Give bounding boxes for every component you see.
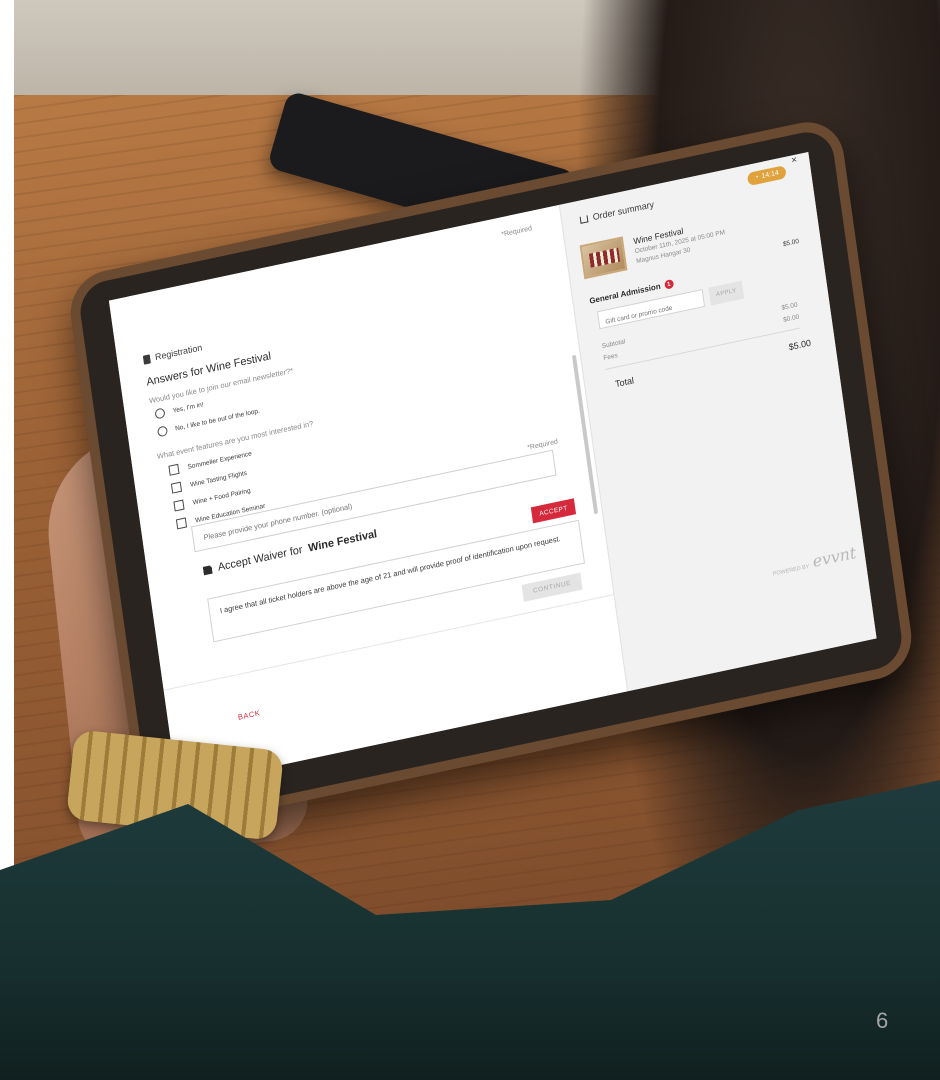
checkbox-label: Wine Tasting Flights xyxy=(189,469,248,489)
checkbox[interactable] xyxy=(173,499,185,512)
total-value: $5.00 xyxy=(788,337,812,353)
countdown-timer: ◔ 14:14 xyxy=(746,165,787,187)
required-note: *Required xyxy=(500,225,533,239)
timer-icon: ◔ xyxy=(754,173,760,182)
registration-panel: *Required Registration Answers for Wine … xyxy=(108,204,628,788)
order-summary-title: Order summary xyxy=(592,199,655,223)
cart-icon xyxy=(579,214,589,224)
waiver-event-name: Wine Festival xyxy=(307,528,378,555)
radio-button[interactable] xyxy=(154,407,166,420)
page-number: 6 xyxy=(876,1008,889,1033)
total-label: Total xyxy=(614,375,635,390)
registration-heading: Registration xyxy=(142,342,203,365)
evvnt-logo: evvnt xyxy=(811,542,858,571)
checkbox-label: Sommelier Experience xyxy=(187,449,253,471)
subtotal-value: $5.00 xyxy=(781,301,799,312)
document-icon xyxy=(142,353,151,365)
close-icon[interactable]: × xyxy=(791,155,798,167)
tablet-screen: *Required Registration Answers for Wine … xyxy=(108,151,877,788)
powered-label: POWERED BY xyxy=(772,563,810,578)
event-thumbnail xyxy=(579,236,628,280)
subtotal-label: Subtotal xyxy=(601,338,626,351)
required-note: *Required xyxy=(526,438,559,452)
fees-value: $0.00 xyxy=(782,313,800,324)
checkbox-label: Wine + Food Pairing xyxy=(192,486,251,507)
fees-label: Fees xyxy=(603,352,619,363)
radio-button[interactable] xyxy=(156,425,169,438)
checkbox[interactable] xyxy=(175,517,188,530)
pen-icon xyxy=(203,565,213,576)
checkbox[interactable] xyxy=(170,481,183,494)
apply-button[interactable]: APPLY xyxy=(708,280,745,306)
waiver-text: I agree that all ticket holders are abov… xyxy=(207,519,586,643)
waiver-prefix: Accept Waiver for xyxy=(217,543,304,574)
ticket-price: $5.00 xyxy=(782,237,800,249)
back-button[interactable]: BACK xyxy=(237,708,261,722)
order-summary-heading: Order summary xyxy=(579,199,655,225)
registration-title: Registration xyxy=(154,342,203,363)
powered-by: POWERED BY evvnt xyxy=(771,542,858,580)
checkbox[interactable] xyxy=(168,463,180,476)
radio-label: Yes, I'm in! xyxy=(172,400,204,415)
accept-button[interactable]: ACCEPT xyxy=(530,498,577,524)
timer-value: 14:14 xyxy=(761,169,780,181)
ticket-count-badge: 1 xyxy=(663,278,674,290)
continue-button[interactable]: CONTINUE xyxy=(521,572,583,602)
